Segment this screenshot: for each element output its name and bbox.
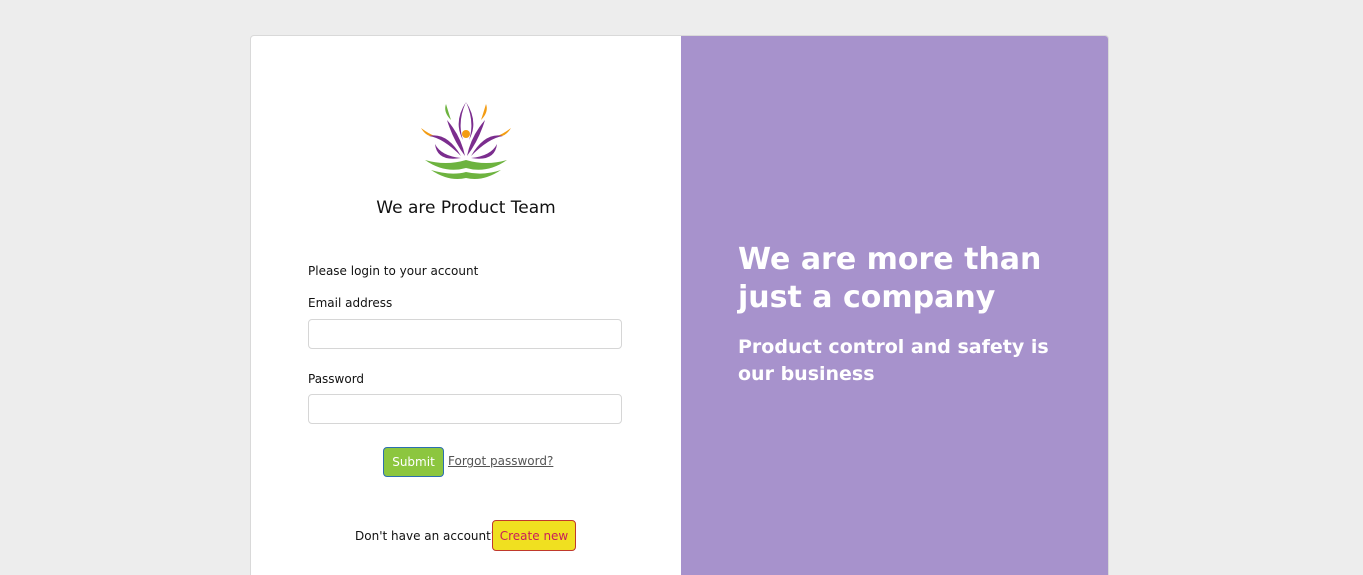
no-account-text: Don't have an account? (355, 529, 498, 543)
submit-button[interactable]: Submit (383, 447, 444, 477)
login-card: We are Product Team Please login to your… (250, 35, 1109, 575)
login-panel: We are Product Team Please login to your… (251, 36, 681, 575)
team-title: We are Product Team (376, 198, 556, 218)
email-label: Email address (308, 296, 393, 310)
promo-subline: Product control and safety is our busine… (738, 336, 1049, 385)
promo-headline: We are more than just a company (738, 242, 1042, 315)
create-new-button[interactable]: Create new (492, 520, 576, 551)
password-label: Password (308, 372, 365, 386)
promo-panel: We are more than just a company Product … (681, 36, 1108, 575)
email-field[interactable] (308, 319, 622, 349)
password-field[interactable] (308, 394, 622, 424)
forgot-password-link[interactable]: Forgot password? (448, 454, 553, 468)
login-prompt: Please login to your account (308, 264, 479, 278)
lotus-logo-icon (421, 102, 511, 179)
